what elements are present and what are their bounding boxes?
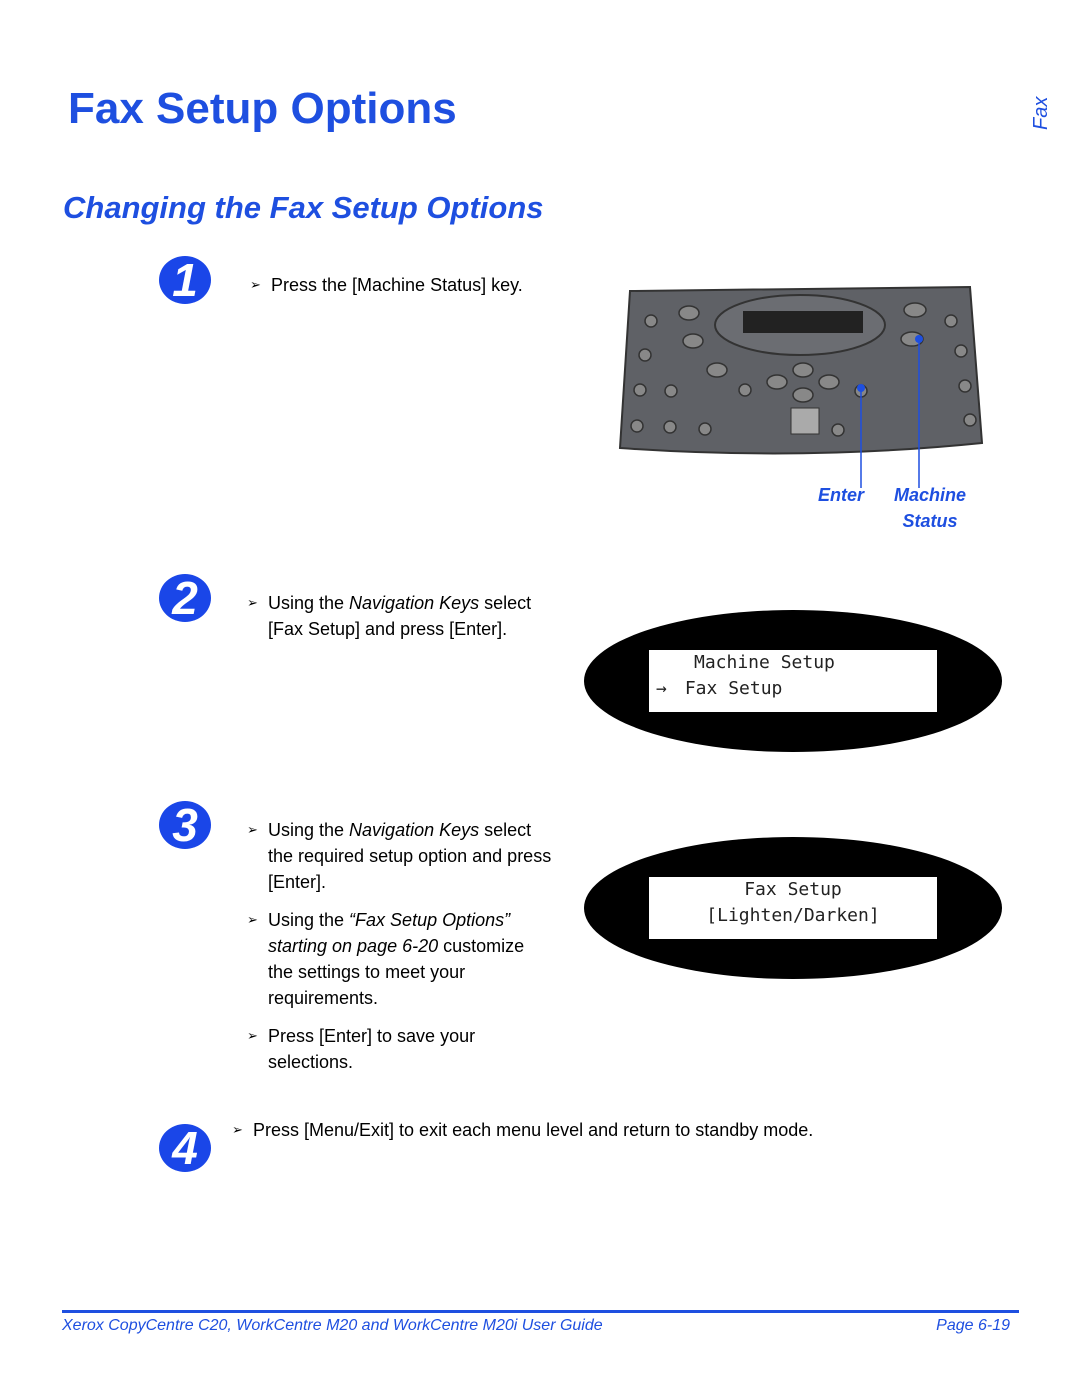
lcd-display-2: Fax Setup [Lighten/Darken] <box>584 837 1002 979</box>
arrow-right-icon: → <box>656 678 667 699</box>
step-2-text: ➢ Using the Navigation Keys select [Fax S… <box>247 593 532 639</box>
page-title: Fax Setup Options <box>68 84 457 133</box>
lcd-line-1: Machine Setup <box>694 652 835 673</box>
step-3-text-a: ➢ Using the Navigation Keys select the re… <box>247 820 552 892</box>
step-number-4: 4 <box>159 1124 211 1172</box>
step-number-2: 2 <box>159 574 211 622</box>
side-tab: Fax <box>1030 96 1052 130</box>
enter-key-label: Enter <box>818 485 865 505</box>
lcd-line-2: [Lighten/Darken] <box>706 905 880 926</box>
footer-guide-title: Xerox CopyCentre C20, WorkCentre M20 and… <box>62 1317 603 1334</box>
step-number-3: 3 <box>159 801 211 849</box>
machine-status-key-label: Machine Status <box>893 485 967 531</box>
document-page: Fax Setup Options Fax Changing the Fax S… <box>0 0 1080 1388</box>
step-3-text-c: ➢ Press [Enter] to save your selections. <box>247 1026 476 1072</box>
section-title: Changing the Fax Setup Options <box>63 190 544 225</box>
step-1-text: ➢ Press the [Machine Status] key. <box>250 275 523 295</box>
step-3-text-b: ➢ Using the “Fax Setup Options” starting … <box>247 910 525 1008</box>
lcd-line-2: Fax Setup <box>684 678 783 699</box>
lcd-display-1: Machine Setup → Fax Setup <box>584 610 1002 752</box>
step-4-text: ➢ Press [Menu/Exit] to exit each menu lev… <box>232 1120 814 1140</box>
lcd-screen: Machine Setup → Fax Setup <box>649 650 937 712</box>
footer-page-number: Page 6-19 <box>936 1317 1010 1334</box>
lcd-screen: Fax Setup [Lighten/Darken] <box>649 877 937 939</box>
lcd-line-1: Fax Setup <box>744 879 842 900</box>
control-panel-illustration <box>618 285 984 488</box>
footer-divider <box>62 1310 1019 1313</box>
step-number-1: 1 <box>159 256 211 304</box>
